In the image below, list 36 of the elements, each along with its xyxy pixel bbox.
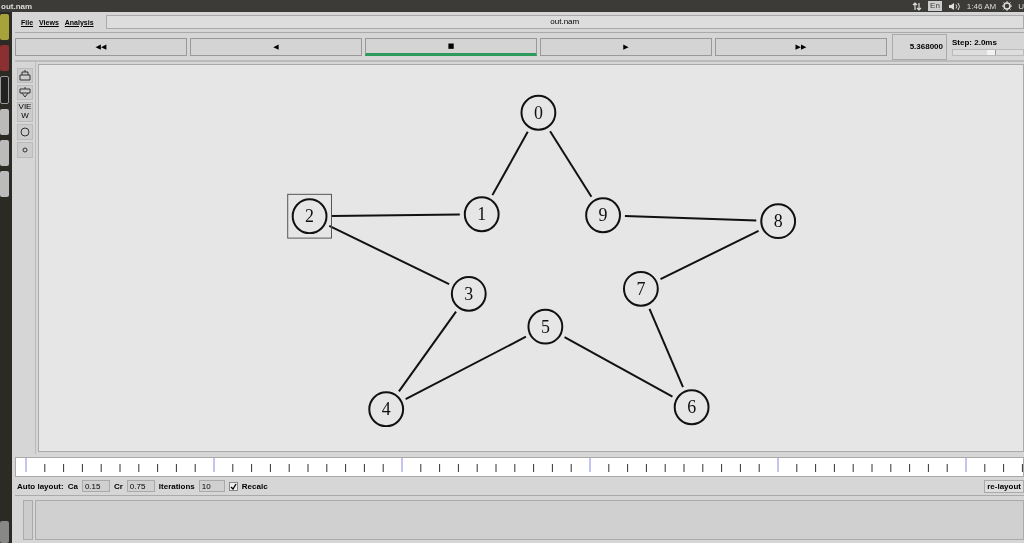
launcher-icon[interactable]: [0, 76, 9, 104]
iterations-field[interactable]: 10: [198, 480, 225, 492]
recalc-label: Recalc: [241, 481, 268, 491]
network-node[interactable]: 6: [673, 389, 710, 426]
settings-icon[interactable]: [1002, 1, 1013, 11]
network-node[interactable]: 7: [622, 270, 659, 307]
network-node[interactable]: 2: [291, 198, 328, 235]
keyboard-indicator[interactable]: En: [928, 1, 942, 11]
scrollbar[interactable]: [23, 500, 33, 540]
title-field: out.nam: [105, 15, 1024, 29]
user-name[interactable]: U: [1018, 1, 1024, 11]
network-node[interactable]: 8: [760, 203, 797, 240]
link-line: [491, 130, 529, 197]
step-slider[interactable]: [952, 48, 1024, 56]
relayout-button[interactable]: re-layout: [984, 479, 1024, 493]
time-display: 5.368000: [892, 33, 947, 60]
clock[interactable]: 1:46 AM: [966, 1, 997, 11]
ca-field[interactable]: 0.15: [81, 480, 110, 492]
recalc-checkbox[interactable]: [228, 481, 238, 491]
network-node[interactable]: 3: [450, 275, 487, 312]
cr-field[interactable]: 0.75: [126, 480, 155, 492]
auto-layout-label: Auto layout:: [17, 481, 64, 491]
step-label: Step: 2.0ms: [952, 37, 998, 47]
network-arrows-icon[interactable]: [912, 1, 923, 11]
network-node[interactable]: 5: [527, 308, 564, 345]
window-title: out.nam: [0, 1, 33, 11]
iterations-label: Iterations: [158, 481, 195, 491]
network-node[interactable]: 1: [463, 196, 500, 233]
network-node[interactable]: 4: [368, 391, 405, 428]
link-line: [549, 130, 593, 198]
network-node[interactable]: 0: [520, 94, 557, 131]
view-button[interactable]: VIEW: [17, 102, 33, 122]
network-node[interactable]: 9: [585, 197, 621, 234]
volume-icon[interactable]: [947, 1, 961, 11]
cr-label: Cr: [113, 481, 123, 491]
ca-label: Ca: [67, 481, 78, 491]
